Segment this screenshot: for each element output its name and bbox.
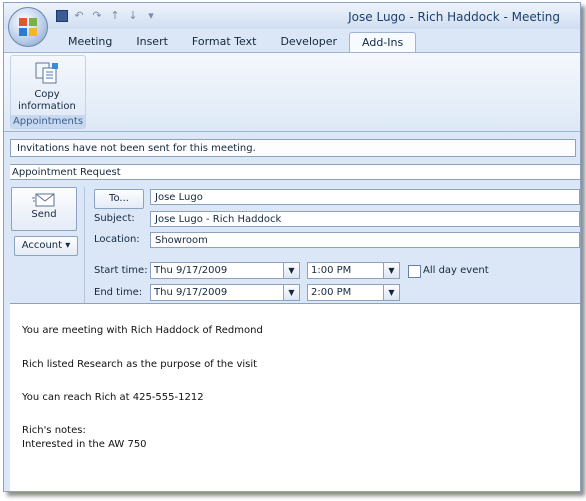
dropdown-arrow-icon[interactable]: ▼: [383, 263, 399, 278]
ribbon: Copy information Appointments: [4, 52, 580, 132]
appointment-request-label: Appointment Request: [10, 164, 580, 180]
to-field[interactable]: Jose Lugo: [150, 189, 580, 205]
all-day-checkbox[interactable]: [408, 265, 421, 278]
tab-format-text[interactable]: Format Text: [180, 32, 269, 52]
subject-field[interactable]: Jose Lugo - Rich Haddock: [150, 211, 580, 227]
end-date-dropdown[interactable]: Thu 9/17/2009 ▼: [150, 284, 300, 301]
start-date-value: Thu 9/17/2009: [154, 265, 228, 276]
start-time-label: Start time:: [94, 265, 148, 276]
copy-information-icon: [35, 62, 58, 84]
body-line-4: Rich's notes:: [22, 425, 86, 436]
location-label: Location:: [94, 234, 140, 245]
office-logo-icon: [19, 18, 37, 36]
form-divider: [84, 187, 85, 305]
appointments-group: Copy information Appointments: [10, 55, 86, 129]
start-date-dropdown[interactable]: Thu 9/17/2009 ▼: [150, 262, 300, 279]
body-line-5: Interested in the AW 750: [22, 439, 147, 450]
tab-meeting[interactable]: Meeting: [56, 32, 124, 52]
outlook-meeting-window: ↶ ↷ ↑ ↓ ▾ Jose Lugo - Rich Haddock - Mee…: [3, 2, 581, 492]
tab-insert[interactable]: Insert: [124, 32, 180, 52]
body-line-2: Rich listed Research as the purpose of t…: [22, 359, 258, 370]
title-bar: ↶ ↷ ↑ ↓ ▾ Jose Lugo - Rich Haddock - Mee…: [4, 3, 580, 29]
location-field[interactable]: Showroom: [150, 232, 580, 248]
start-time-dropdown[interactable]: 1:00 PM ▼: [307, 262, 400, 279]
ribbon-tabs: Meeting Insert Format Text Developer Add…: [56, 32, 417, 53]
account-label: Account: [21, 240, 63, 251]
subject-label: Subject:: [94, 213, 135, 224]
chevron-down-icon: ▾: [65, 240, 71, 251]
end-time-dropdown[interactable]: 2:00 PM ▼: [307, 284, 400, 301]
dropdown-arrow-icon[interactable]: ▼: [283, 285, 299, 300]
copy-information-button[interactable]: Copy information: [17, 58, 77, 113]
message-body[interactable]: You are meeting with Rich Haddock of Red…: [10, 303, 580, 491]
send-button[interactable]: Send: [11, 187, 77, 231]
tab-developer[interactable]: Developer: [268, 32, 349, 52]
body-line-1: You are meeting with Rich Haddock of Red…: [22, 325, 263, 336]
window-title: Jose Lugo - Rich Haddock - Meeting: [348, 10, 560, 24]
to-button[interactable]: To...: [94, 189, 144, 209]
send-label: Send: [31, 209, 57, 220]
info-bar: Invitations have not been sent for this …: [10, 139, 576, 157]
account-button[interactable]: Account ▾: [14, 236, 78, 256]
end-time-label: End time:: [94, 287, 143, 298]
send-envelope-icon: [32, 193, 55, 207]
copy-label-line1: Copy: [34, 89, 60, 100]
dropdown-arrow-icon[interactable]: ▼: [383, 285, 399, 300]
tab-add-ins[interactable]: Add-Ins: [349, 32, 417, 53]
end-time-value: 2:00 PM: [311, 287, 352, 298]
copy-label-line2: information: [18, 101, 76, 112]
office-button[interactable]: [8, 7, 48, 47]
all-day-label: All day event: [423, 265, 489, 276]
dropdown-arrow-icon[interactable]: ▼: [283, 263, 299, 278]
group-label-appointments: Appointments: [11, 115, 85, 128]
start-time-value: 1:00 PM: [311, 265, 352, 276]
body-line-3: You can reach Rich at 425-555-1212: [22, 392, 204, 403]
end-date-value: Thu 9/17/2009: [154, 287, 228, 298]
